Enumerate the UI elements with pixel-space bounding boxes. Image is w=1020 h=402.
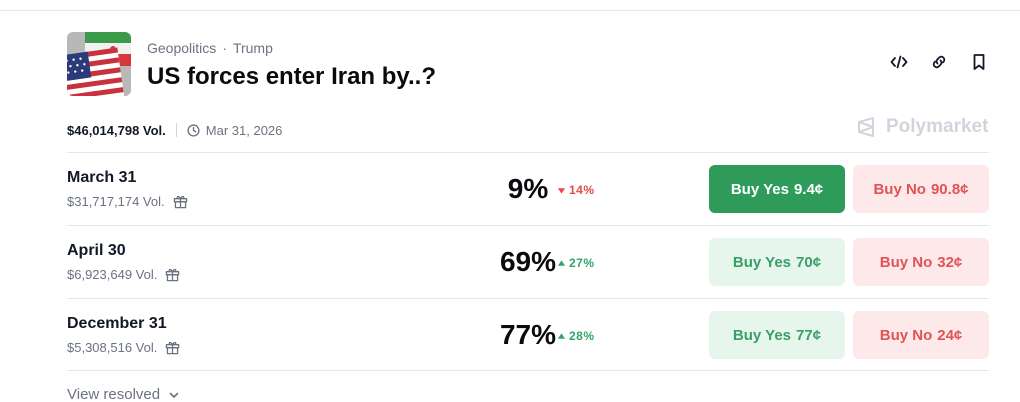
outcome-volume: $6,923,649 Vol. (67, 267, 180, 282)
breadcrumb-category[interactable]: Geopolitics (147, 40, 216, 56)
outcome-list: March 31 $31,717,174 Vol. 9% 14% Buy Yes… (67, 152, 989, 371)
end-date-text: Mar 31, 2026 (205, 122, 283, 138)
outcome-change-value: 28% (569, 329, 595, 343)
buy-no-price: 32¢ (937, 253, 963, 271)
header-actions (889, 52, 989, 72)
clock-icon (187, 123, 200, 137)
outcome-volume-text: $31,717,174 Vol. (67, 194, 165, 209)
breadcrumb-tag[interactable]: Trump (233, 40, 273, 56)
buy-yes-price: 70¢ (796, 253, 822, 271)
outcome-probability: 69% (499, 246, 557, 277)
brand-name: Polymarket (886, 116, 989, 137)
gift-icon[interactable] (165, 267, 180, 282)
buy-no-button[interactable]: Buy No 24¢ (853, 311, 989, 359)
buy-no-label: Buy No (879, 326, 933, 344)
buy-yes-price: 77¢ (796, 326, 822, 344)
buy-no-label: Buy No (879, 253, 933, 271)
buy-yes-price: 9.4¢ (793, 180, 824, 198)
market-meta: $46,014,798 Vol. Mar 31, 2026 (67, 120, 282, 140)
buy-yes-button[interactable]: Buy Yes 9.4¢ (709, 165, 845, 213)
view-resolved-label: View resolved (67, 386, 161, 402)
outcome-row[interactable]: December 31 $5,308,516 Vol. 77% 28% Buy … (67, 298, 989, 371)
outcome-change: 28% (557, 329, 595, 343)
buy-yes-label: Buy Yes (732, 326, 792, 344)
market-title: US forces enter Iran by..? (147, 63, 436, 90)
gift-icon[interactable] (173, 194, 188, 209)
outcome-date: April 30 (67, 242, 126, 259)
polymarket-icon (858, 117, 874, 137)
outcome-date: March 31 (67, 169, 137, 186)
buy-no-price: 90.8¢ (930, 180, 969, 198)
buy-yes-button[interactable]: Buy Yes 70¢ (709, 238, 845, 286)
outcome-volume-text: $6,923,649 Vol. (67, 267, 158, 282)
bookmark-icon[interactable] (969, 52, 989, 72)
view-resolved-toggle[interactable]: View resolved (67, 386, 180, 402)
outcome-change: 14% (557, 183, 595, 197)
buy-yes-label: Buy Yes (732, 253, 792, 271)
outcome-probability: 77% (499, 319, 557, 350)
outcome-change-value: 14% (569, 183, 595, 197)
outcome-date: December 31 (67, 315, 167, 332)
outcome-change-value: 27% (569, 256, 595, 270)
end-date: Mar 31, 2026 (187, 122, 283, 138)
buy-no-button[interactable]: Buy No 32¢ (853, 238, 989, 286)
outcome-row[interactable]: April 30 $6,923,649 Vol. 69% 27% Buy Yes… (67, 225, 989, 298)
outcome-change: 27% (557, 256, 595, 270)
total-volume: $46,014,798 Vol. (67, 122, 166, 138)
buy-no-label: Buy No (873, 180, 926, 198)
breadcrumb-separator: · (222, 40, 227, 56)
outcome-volume: $5,308,516 Vol. (67, 340, 180, 355)
caret-up-icon (557, 259, 566, 266)
top-divider (0, 10, 1020, 11)
link-icon[interactable] (929, 52, 949, 72)
us-iran-flags-image (67, 32, 131, 96)
polymarket-logo: Polymarket (856, 116, 988, 138)
meta-divider (175, 123, 177, 137)
outcome-volume: $31,717,174 Vol. (67, 194, 188, 209)
caret-up-icon (557, 332, 566, 339)
gift-icon[interactable] (165, 340, 180, 355)
buy-no-button[interactable]: Buy No 90.8¢ (853, 165, 989, 213)
caret-down-icon (557, 187, 566, 194)
outcome-volume-text: $5,308,516 Vol. (67, 340, 158, 355)
market-header: Geopolitics · Trump US forces enter Iran b… (67, 32, 989, 98)
breadcrumb: Geopolitics · Trump (147, 40, 273, 56)
buy-yes-label: Buy Yes (730, 180, 789, 198)
outcome-probability: 9% (507, 173, 549, 204)
chevron-down-icon (169, 392, 179, 398)
buy-no-price: 24¢ (937, 326, 963, 344)
buy-yes-button[interactable]: Buy Yes 77¢ (709, 311, 845, 359)
outcome-row[interactable]: March 31 $31,717,174 Vol. 9% 14% Buy Yes… (67, 152, 989, 225)
code-icon[interactable] (889, 52, 909, 72)
